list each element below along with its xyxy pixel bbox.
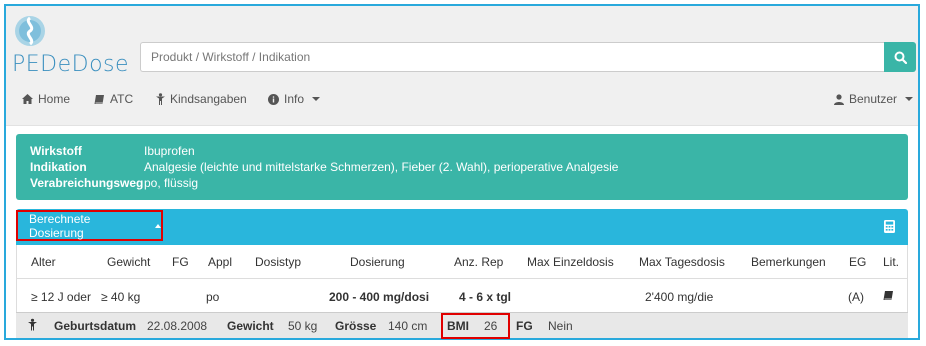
info-value: po, flüssig — [144, 176, 199, 190]
col-header-fg: FG — [172, 254, 189, 269]
info-row-indikation: Indikation Analgesie (leichte und mittel… — [30, 160, 618, 174]
cell-gewicht: ≥ 40 kg — [101, 290, 141, 304]
nav-kindsangaben[interactable]: Kindsangaben — [156, 92, 247, 106]
dosing-header: Berechnete Dosierung — [16, 209, 908, 245]
table-header-row: Alter Gewicht FG Appl Dosistyp Dosierung… — [17, 245, 907, 279]
logo-text: PEDeDose — [12, 52, 130, 77]
app-frame: PEDeDose Home ATC — [4, 4, 920, 340]
col-header-anz-rep: Anz. Rep — [454, 254, 504, 269]
geburtsdatum-label: Geburtsdatum — [54, 318, 137, 333]
info-row-wirkstoff: Wirkstoff Ibuprofen — [30, 144, 195, 158]
info-value: Analgesie (leichte und mittelstarke Schm… — [144, 160, 619, 174]
chevron-down-icon — [312, 97, 321, 101]
info-label: Verabreichungsweg — [30, 176, 144, 190]
cell-anz-rep: 4 - 6 x tgl — [459, 290, 512, 304]
fg-label: FG — [516, 318, 533, 333]
nav-atc[interactable]: ATC — [94, 92, 133, 106]
dosing-toggle-label: Berechnete Dosierung — [29, 211, 91, 240]
nav-atc-label: ATC — [110, 92, 134, 106]
chevron-up-icon — [155, 223, 161, 228]
nav-user[interactable]: Benutzer — [834, 92, 914, 106]
bmi-label: BMI — [447, 318, 469, 333]
info-label: Indikation — [30, 160, 87, 174]
search-input[interactable] — [140, 42, 884, 72]
home-icon — [22, 94, 33, 104]
top-bar: PEDeDose Home ATC — [6, 6, 918, 126]
nav-info[interactable]: Info — [268, 92, 321, 106]
col-header-dosistyp: Dosistyp — [255, 254, 302, 269]
book-icon — [94, 94, 104, 104]
main-nav: Home ATC Kindsangaben Info Benutzer — [6, 86, 918, 118]
dosing-table: Alter Gewicht FG Appl Dosistyp Dosierung… — [16, 245, 908, 316]
user-icon — [834, 93, 844, 105]
cell-dosierung: 200 - 400 mg/dosi — [329, 290, 430, 304]
info-label: Wirkstoff — [30, 144, 82, 158]
cell-max-tagesdosis: 2'400 mg/die — [645, 290, 714, 304]
col-header-max-tagesdosis: Max Tagesdosis — [639, 254, 725, 269]
chevron-down-icon — [905, 97, 914, 101]
cell-lit[interactable] — [883, 290, 894, 304]
col-header-eg: EG — [849, 254, 867, 269]
cell-alter: ≥ 12 J oder — [31, 290, 91, 304]
search-icon — [894, 51, 907, 64]
info-icon — [268, 93, 279, 105]
col-header-gewicht: Gewicht — [107, 254, 151, 269]
groesse-label: Grösse — [335, 318, 377, 333]
child-icon — [156, 93, 165, 105]
col-header-max-einzeldosis: Max Einzeldosis — [527, 254, 614, 269]
info-value: Ibuprofen — [144, 144, 195, 158]
search-button[interactable] — [884, 42, 916, 72]
info-row-verabreichungsweg: Verabreichungsweg po, flüssig — [30, 176, 198, 190]
groesse-value: 140 cm — [388, 318, 428, 333]
bmi-value: 26 — [484, 318, 498, 333]
nav-info-label: Info — [284, 92, 305, 106]
logo-mark-icon — [15, 16, 45, 46]
col-header-appl: Appl — [208, 254, 233, 269]
table-row: ≥ 12 J oder ≥ 40 kg po 200 - 400 mg/dosi… — [17, 279, 907, 315]
nav-kindsangaben-label: Kindsangaben — [170, 92, 247, 106]
calculator-icon[interactable] — [884, 220, 895, 233]
patient-info-bar: Geburtsdatum 22.08.2008 Gewicht 50 kg Gr… — [16, 312, 908, 339]
child-icon — [28, 318, 37, 333]
col-header-lit: Lit. — [883, 254, 900, 269]
nav-home[interactable]: Home — [22, 92, 70, 106]
nav-home-label: Home — [38, 92, 71, 106]
gewicht-value: 50 kg — [288, 318, 318, 333]
nav-user-label: Benutzer — [849, 92, 898, 106]
col-header-bemerkungen: Bemerkungen — [751, 254, 826, 269]
dosing-toggle-button[interactable]: Berechnete Dosierung — [16, 210, 163, 241]
geburtsdatum-value: 22.08.2008 — [147, 318, 208, 333]
col-header-alter: Alter — [31, 254, 56, 269]
drug-info-panel: Wirkstoff Ibuprofen Indikation Analgesie… — [16, 134, 908, 200]
book-icon — [883, 291, 893, 300]
col-header-dosierung: Dosierung — [350, 254, 405, 269]
logo[interactable]: PEDeDose — [12, 12, 132, 78]
gewicht-label: Gewicht — [227, 318, 274, 333]
cell-eg: (A) — [848, 290, 864, 304]
fg-value: Nein — [548, 318, 573, 333]
cell-appl: po — [206, 290, 220, 304]
